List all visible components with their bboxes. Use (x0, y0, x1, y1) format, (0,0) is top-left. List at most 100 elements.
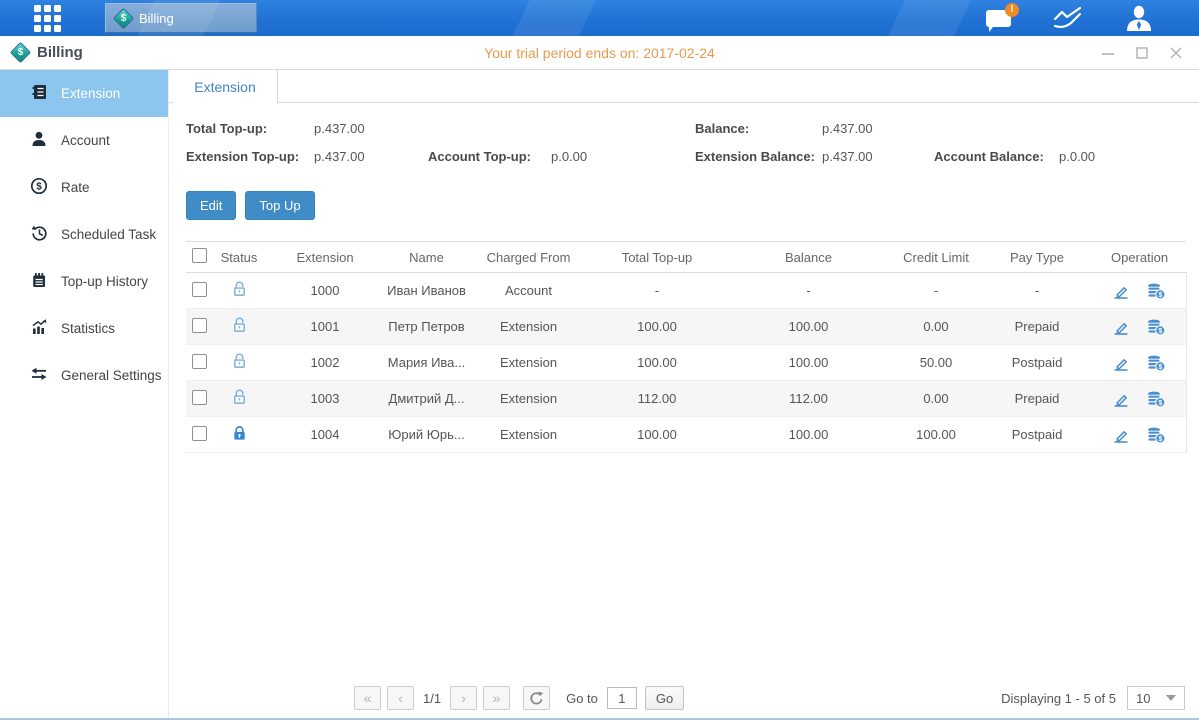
edit-extension-icon[interactable] (1112, 390, 1130, 408)
trial-notice: Your trial period ends on: 2017-02-24 (0, 45, 1199, 61)
topup-extension-icon[interactable]: $ (1146, 282, 1166, 300)
header-credit-limit: Credit Limit (891, 242, 981, 273)
sidebar: Extension Account $ Rate Scheduled Task (0, 70, 168, 720)
total-topup-cell: - (588, 273, 726, 309)
resource-monitor-icon[interactable] (1053, 6, 1083, 30)
edit-extension-icon[interactable] (1112, 426, 1130, 444)
maximize-button[interactable] (1135, 46, 1149, 60)
svg-text:$: $ (1159, 436, 1163, 443)
account-topup-label: Account Top-up: (428, 149, 551, 164)
extension-topup-value: p.437.00 (314, 149, 428, 164)
last-page-button[interactable]: » (483, 686, 510, 710)
summary-panel: Total Top-up: p.437.00 Balance: p.437.00… (169, 103, 1199, 164)
topup-extension-icon[interactable]: $ (1146, 390, 1166, 408)
unlocked-icon[interactable] (231, 388, 248, 406)
topup-extension-icon[interactable]: $ (1146, 318, 1166, 336)
sidebar-item-rate[interactable]: $ Rate (0, 164, 168, 211)
edit-extension-icon[interactable] (1112, 282, 1130, 300)
select-checkbox[interactable] (192, 318, 207, 333)
page-size-select[interactable]: 10 (1127, 686, 1185, 710)
app-launcher-icon[interactable] (34, 5, 61, 32)
prev-page-button[interactable]: ‹ (387, 686, 414, 710)
charged-from-cell: Extension (469, 309, 588, 345)
total-topup-label: Total Top-up: (186, 121, 314, 136)
select-checkbox[interactable] (192, 426, 207, 441)
operation-cell: $ (1093, 417, 1186, 452)
header-extension: Extension (266, 242, 384, 273)
sidebar-item-general-settings[interactable]: General Settings (0, 352, 168, 399)
messages-icon[interactable]: ! (986, 10, 1011, 27)
table-row: 1004Юрий Юрь...Extension100.00100.00100.… (186, 417, 1186, 453)
header-charged-from: Charged From (469, 242, 588, 273)
sidebar-item-label: Top-up History (61, 274, 148, 289)
edit-extension-icon[interactable] (1112, 354, 1130, 372)
select-checkbox[interactable] (192, 390, 207, 405)
header-operation: Operation (1093, 242, 1186, 273)
edit-button[interactable]: Edit (186, 191, 236, 220)
page-size-value: 10 (1136, 691, 1150, 706)
goto-page-input[interactable] (607, 687, 637, 709)
total-topup-cell: 100.00 (588, 309, 726, 345)
unlocked-icon[interactable] (231, 316, 248, 334)
status-cell (212, 381, 266, 417)
top-navbar: $ Billing ! (0, 0, 1199, 36)
balance-cell: 100.00 (726, 309, 891, 345)
next-page-button[interactable]: › (450, 686, 477, 710)
credit-limit-cell: 50.00 (891, 345, 981, 381)
pay-type-cell: Prepaid (981, 309, 1093, 345)
locked-icon[interactable] (231, 424, 248, 442)
sidebar-item-account[interactable]: Account (0, 117, 168, 164)
topup-extension-icon[interactable]: $ (1146, 426, 1166, 444)
sidebar-item-topup-history[interactable]: Top-up History (0, 258, 168, 305)
sidebar-item-statistics[interactable]: Statistics (0, 305, 168, 352)
extension-cell: 1004 (266, 417, 384, 453)
taskbar-tab-label: Billing (139, 11, 174, 26)
header-total-topup: Total Top-up (588, 242, 726, 273)
window-title: Billing (37, 44, 83, 61)
minimize-button[interactable] (1101, 46, 1115, 60)
header-status: Status (212, 242, 266, 273)
billing-app-icon: $ (113, 7, 134, 28)
sidebar-item-extension[interactable]: Extension (0, 70, 168, 117)
refresh-button[interactable] (523, 686, 550, 710)
first-page-button[interactable]: « (354, 686, 381, 710)
select-checkbox[interactable] (192, 354, 207, 369)
svg-text:$: $ (1159, 364, 1163, 371)
edit-extension-icon[interactable] (1112, 318, 1130, 336)
user-account-icon[interactable] (1125, 5, 1153, 31)
go-button[interactable]: Go (645, 686, 684, 710)
displaying-status: Displaying 1 - 5 of 5 (1001, 691, 1116, 706)
sidebar-item-scheduled-task[interactable]: Scheduled Task (0, 211, 168, 258)
notification-badge: ! (1005, 3, 1019, 17)
operation-cell: $ (1093, 345, 1186, 380)
tab-extension[interactable]: Extension (173, 70, 278, 104)
chevron-down-icon (1166, 695, 1176, 706)
header-balance: Balance (726, 242, 891, 273)
rate-icon: $ (30, 177, 48, 198)
scheduled-task-icon (30, 224, 48, 245)
pay-type-cell: - (981, 273, 1093, 309)
status-cell (212, 309, 266, 345)
window-titlebar: Your trial period ends on: 2017-02-24 $ … (0, 36, 1199, 70)
select-checkbox[interactable] (192, 282, 207, 297)
close-button[interactable] (1169, 46, 1183, 60)
credit-limit-cell: 0.00 (891, 309, 981, 345)
extension-cell: 1002 (266, 345, 384, 381)
goto-label: Go to (566, 691, 598, 706)
unlocked-icon[interactable] (231, 280, 248, 298)
top-up-button[interactable]: Top Up (245, 191, 314, 220)
topup-extension-icon[interactable]: $ (1146, 354, 1166, 372)
sidebar-item-label: Rate (61, 180, 90, 195)
unlocked-icon[interactable] (231, 352, 248, 370)
total-topup-cell: 112.00 (588, 381, 726, 417)
balance-cell: - (726, 273, 891, 309)
account-topup-value: p.0.00 (551, 149, 695, 164)
extension-cell: 1000 (266, 273, 384, 309)
taskbar-tab-billing[interactable]: $ Billing (105, 3, 257, 33)
total-topup-value: p.437.00 (314, 121, 428, 136)
svg-text:$: $ (1159, 328, 1163, 335)
select-all-checkbox[interactable] (192, 248, 207, 263)
main-content: Extension Total Top-up: p.437.00 Balance… (168, 70, 1199, 720)
name-cell: Мария Ива... (384, 345, 469, 381)
extension-balance-value: p.437.00 (822, 149, 934, 164)
